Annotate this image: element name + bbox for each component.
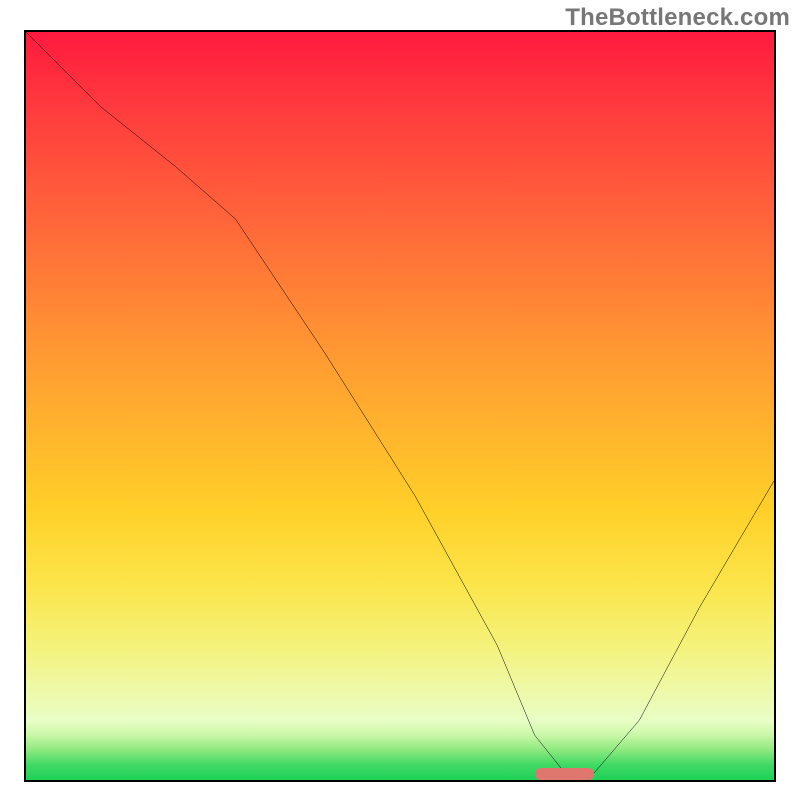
optimum-range-marker [535, 768, 595, 780]
watermark-text: TheBottleneck.com [565, 4, 790, 32]
curve-path [26, 32, 774, 773]
bottleneck-curve [26, 32, 774, 780]
plot-frame [24, 30, 776, 782]
chart-container: TheBottleneck.com [0, 0, 800, 800]
